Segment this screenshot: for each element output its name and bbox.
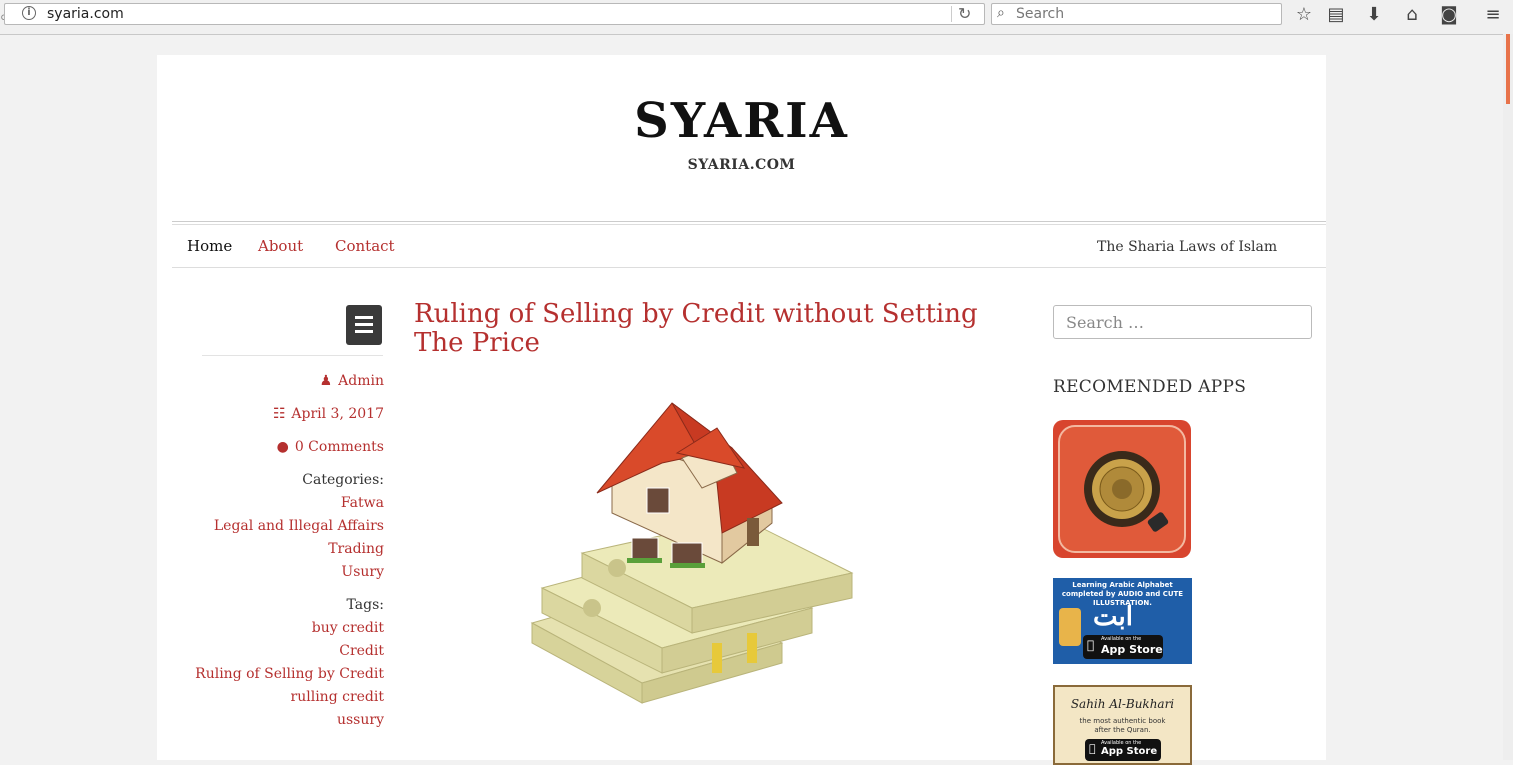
nav-about[interactable]: About: [258, 237, 303, 255]
url-text[interactable]: syaria.com: [47, 6, 124, 22]
tag-link[interactable]: Credit: [339, 643, 384, 659]
search-icon: ⌕: [997, 5, 1005, 21]
comments-text[interactable]: 0 Comments: [295, 439, 384, 455]
author-name[interactable]: Admin: [338, 373, 384, 389]
apple-icon: : [1087, 638, 1094, 652]
sidebar-search-placeholder: Search …: [1066, 313, 1144, 332]
app3-subtitle: the most authentic book after the Quran.: [1079, 717, 1166, 734]
tag-link[interactable]: rulling credit: [291, 689, 384, 705]
sidebar-search-input[interactable]: Search …: [1053, 305, 1312, 339]
nav-home[interactable]: Home: [187, 237, 232, 255]
nav-contact[interactable]: Contact: [335, 237, 395, 255]
comment-icon: ●: [276, 439, 289, 455]
post-comments[interactable]: ● 0 Comments: [277, 439, 384, 455]
arabic-alphabet-app-banner[interactable]: Learning Arabic Alphabet completed by AU…: [1053, 578, 1192, 664]
page-container: SYARIA SYARIA.COM Home About Contact The…: [157, 55, 1326, 765]
categories-label: Categories:: [302, 472, 384, 488]
reading-list-icon[interactable]: ▤: [1325, 4, 1347, 25]
site-logo[interactable]: SYARIA: [157, 93, 1326, 149]
post-title[interactable]: Ruling of Selling by Credit without Sett…: [414, 300, 1014, 358]
category-link[interactable]: Legal and Illegal Affairs: [214, 518, 384, 534]
recommended-apps-heading: RECOMENDED APPS: [1053, 377, 1247, 397]
hamburger-menu-icon[interactable]: ≡: [1482, 4, 1504, 25]
site-domain: SYARIA.COM: [687, 157, 796, 173]
pencil-character-image: [1059, 608, 1081, 646]
site-description: The Sharia Laws of Islam: [1097, 239, 1278, 255]
url-separator: [951, 6, 952, 22]
info-icon[interactable]: i: [22, 6, 36, 20]
app3-title: Sahih Al-Bukhari: [1070, 697, 1175, 711]
reload-icon[interactable]: ↻: [958, 4, 971, 23]
browser-toolbar: ⊂ i syaria.com ↻ ⌕ Search ☆ ▤ ⬇ ⌂ ◙ ≡: [0, 0, 1513, 35]
bookmark-star-icon[interactable]: ☆: [1293, 4, 1315, 25]
browser-search-placeholder: Search: [1016, 6, 1065, 22]
app-store-badge[interactable]:  Available on the App Store: [1085, 739, 1161, 761]
category-link[interactable]: Trading: [328, 541, 384, 557]
quran-app-banner[interactable]: [1053, 420, 1191, 558]
meta-divider: [202, 355, 383, 356]
post-author[interactable]: ♟ Admin: [320, 373, 384, 389]
post-format-icon[interactable]: [346, 305, 382, 345]
nav-divider-top-2: [172, 224, 1326, 225]
nav-divider-top: [172, 221, 1326, 222]
page-scrollbar[interactable]: [1503, 34, 1513, 760]
badge-store-text: App Store: [1101, 746, 1158, 757]
post-date[interactable]: ☷ April 3, 2017: [273, 406, 384, 422]
download-icon[interactable]: ⬇: [1363, 4, 1385, 25]
category-link[interactable]: Usury: [341, 564, 384, 580]
badge-store-text: App Store: [1101, 643, 1163, 656]
calendar-icon: ☷: [272, 406, 286, 422]
date-text[interactable]: April 3, 2017: [291, 406, 384, 422]
quran-app-icon: [1053, 420, 1191, 558]
category-link[interactable]: Fatwa: [341, 495, 384, 511]
post-featured-image: [530, 402, 854, 704]
nav-divider-bottom: [172, 267, 1326, 268]
user-icon: ♟: [319, 373, 333, 389]
browser-search-input[interactable]: ⌕ Search: [991, 3, 1282, 25]
badge-small-text: Available on the: [1101, 636, 1142, 642]
tag-link[interactable]: Ruling of Selling by Credit: [195, 666, 384, 682]
tags-label: Tags:: [346, 597, 384, 613]
arabic-letters-image: ابت: [1093, 602, 1133, 632]
tag-link[interactable]: buy credit: [312, 620, 384, 636]
app-store-badge[interactable]:  Available on the App Store: [1083, 635, 1163, 659]
apple-icon: : [1089, 742, 1096, 755]
pocket-icon[interactable]: ◙: [1438, 4, 1460, 25]
scrollbar-thumb[interactable]: [1506, 34, 1510, 104]
url-bar[interactable]: i syaria.com ↻: [4, 3, 985, 25]
sahih-bukhari-app-banner[interactable]: Sahih Al-Bukhari the most authentic book…: [1053, 685, 1192, 765]
home-icon[interactable]: ⌂: [1401, 4, 1423, 25]
tag-link[interactable]: ussury: [337, 712, 384, 728]
